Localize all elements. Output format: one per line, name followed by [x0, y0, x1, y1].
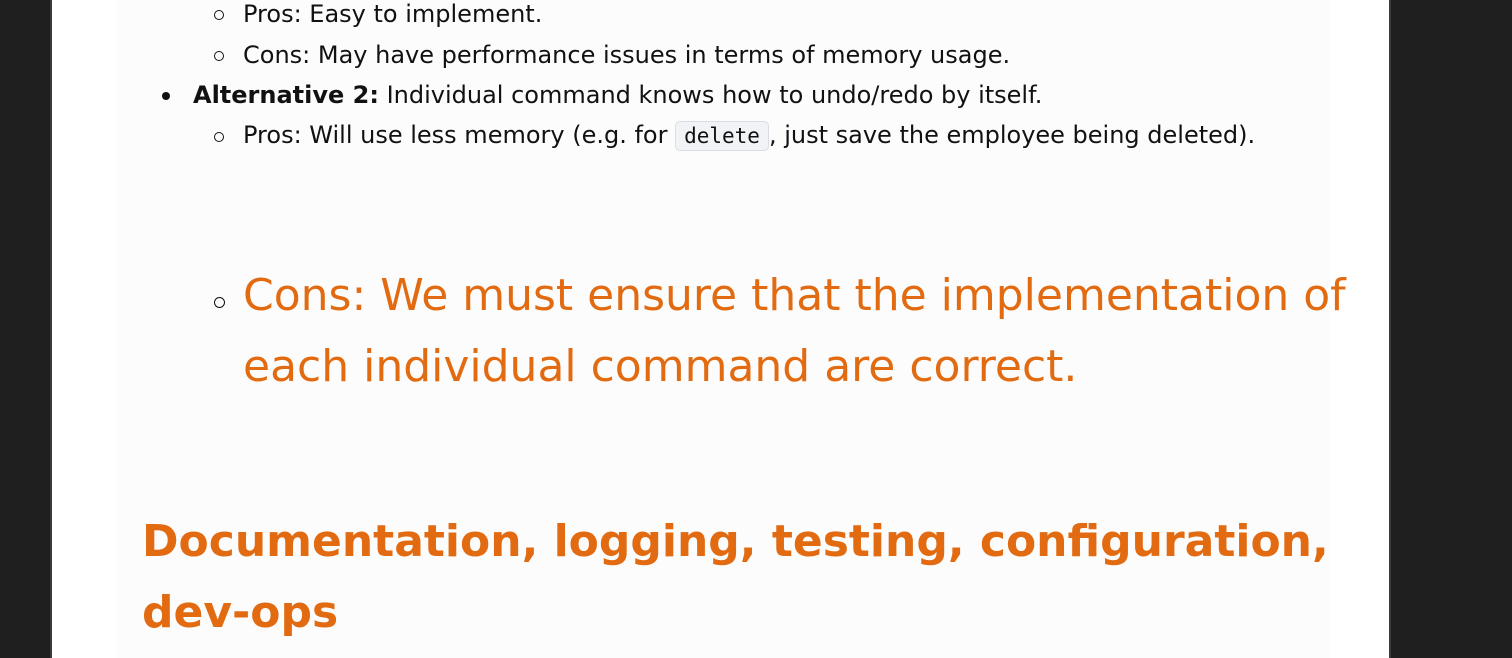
sub-bullet-icon	[214, 132, 224, 142]
alt2-cons-line1: Cons: We must ensure that the implementa…	[243, 270, 1346, 321]
section-heading-line2: dev-ops	[142, 587, 339, 638]
alt2-item: Alternative 2: Individual command knows …	[193, 81, 1042, 109]
alt2-pros-prefix: Pros: Will use less memory (e.g. for	[243, 121, 676, 149]
alt1-pros-text: Pros: Easy to implement.	[243, 0, 543, 28]
section-heading: Documentation, logging, testing, configu…	[142, 506, 1329, 648]
sub-bullet-icon	[214, 51, 224, 61]
document-page: Pros: Easy to implement. Cons: May have …	[50, 0, 1391, 658]
alt2-pros-suffix: , just save the employee being deleted).	[768, 121, 1256, 149]
sub-bullet-icon	[214, 297, 225, 308]
alt1-cons-text: Cons: May have performance issues in ter…	[243, 41, 1011, 69]
alt2-label: Alternative 2:	[193, 81, 379, 109]
section-heading-line1: Documentation, logging, testing, configu…	[142, 516, 1329, 567]
document-content: Pros: Easy to implement. Cons: May have …	[116, 0, 1346, 658]
alt2-pros-item: Pros: Will use less memory (e.g. for del…	[243, 121, 1256, 151]
alt2-cons-line2: each individual command are correct.	[243, 341, 1078, 392]
inline-code: delete	[675, 121, 769, 151]
sub-bullet-icon	[214, 10, 224, 20]
alt2-text: Individual command knows how to undo/red…	[378, 81, 1043, 109]
bullet-icon	[162, 92, 170, 100]
